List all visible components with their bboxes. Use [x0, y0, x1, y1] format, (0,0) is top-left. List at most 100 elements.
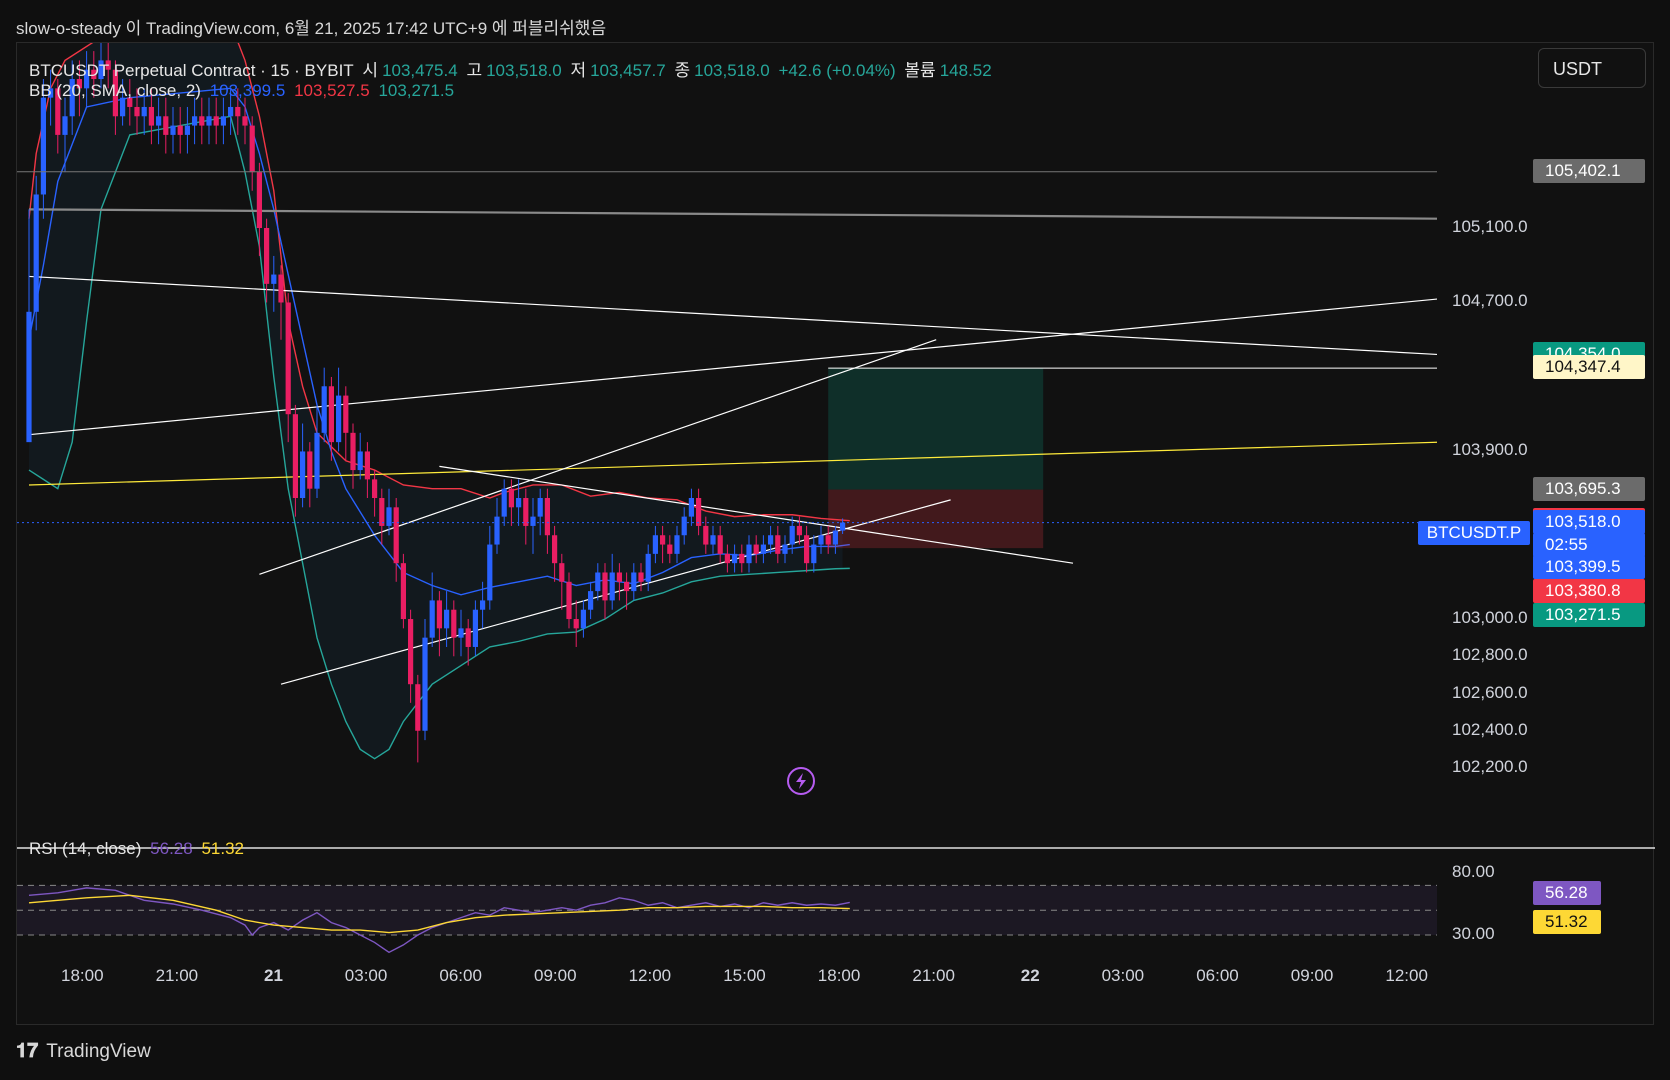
publish-header: slow-o-steady 이 TradingView.com, 6월 21, … — [16, 19, 607, 38]
bar-countdown: 02:55 — [1533, 532, 1645, 557]
candle-body — [631, 572, 637, 592]
candle-body — [717, 535, 723, 554]
candle-body — [580, 609, 586, 629]
candle-body — [307, 451, 313, 489]
low-label: 저 — [570, 61, 587, 80]
candle-body — [408, 619, 414, 685]
candle-body — [552, 535, 558, 564]
candle-body — [264, 228, 270, 284]
candle-body — [616, 572, 622, 582]
candle-body — [314, 432, 320, 489]
candle-body — [739, 553, 745, 564]
candle-body — [796, 525, 802, 536]
candle-body — [235, 106, 241, 117]
stop-loss-zone — [828, 489, 1044, 549]
low-value: 103,457.7 — [590, 61, 666, 80]
candle-body — [141, 106, 147, 117]
candle-body — [775, 535, 781, 554]
time-tick-label: 18:00 — [817, 966, 861, 985]
rsi-legend: RSI (14, close) 56.28 51.32 — [29, 839, 248, 859]
price-tick-label: 102,400.0 — [1452, 719, 1528, 739]
candle-body — [660, 535, 666, 545]
candle-body — [760, 544, 766, 554]
time-tick-label: 21:00 — [155, 966, 199, 985]
candle-body — [379, 498, 385, 526]
candle-body — [544, 498, 550, 536]
change-value: +42.6 (+0.04%) — [778, 61, 896, 80]
candle-body — [465, 628, 471, 647]
price-tick-label: 103,900.0 — [1452, 440, 1528, 460]
candle-body — [696, 498, 702, 526]
candle-body — [480, 600, 486, 610]
candle-body — [609, 572, 615, 601]
candle-body — [350, 432, 356, 471]
high-value: 103,518.0 — [486, 61, 562, 80]
time-tick-label: 09:00 — [534, 966, 577, 985]
candle-body — [624, 581, 630, 592]
time-tick-label: 09:00 — [1290, 966, 1334, 985]
rsi-value-tag: 56.28 — [1533, 881, 1601, 906]
candle-body — [458, 628, 464, 638]
candle-body — [566, 581, 572, 620]
currency-selector[interactable]: USDT — [1538, 48, 1646, 88]
candle-body — [674, 535, 680, 554]
candle-body — [825, 535, 831, 545]
candle-body — [278, 274, 284, 303]
price-tag: 105,402.1 — [1533, 158, 1645, 183]
candle-body — [242, 116, 248, 126]
candle-body — [184, 125, 190, 135]
time-tick-label: 21:00 — [912, 966, 955, 985]
candle-body — [782, 544, 788, 554]
symbol-legend: BTCUSDT Perpetual Contract · 15 · BYBIT … — [29, 56, 996, 81]
candle-body — [292, 414, 298, 498]
candle-body — [710, 535, 716, 545]
rsi-value: 56.28 — [150, 839, 193, 858]
rsi-pane — [17, 884, 1437, 954]
time-tick-label: 21 — [264, 966, 283, 985]
candle-body — [703, 525, 709, 545]
price-tag: 103,380.8 — [1533, 578, 1645, 603]
bb-legend: BB (20, SMA, close, 2) 103,399.5 103,527… — [29, 81, 458, 101]
candle-body — [487, 544, 493, 601]
candle-body — [271, 274, 277, 284]
candle-body — [811, 544, 817, 564]
candle-body — [285, 302, 291, 415]
candle-body — [393, 507, 399, 564]
candle-body — [789, 525, 795, 545]
time-tick-label: 12:00 — [628, 966, 672, 985]
candle-body — [199, 116, 205, 126]
candle-body — [206, 116, 212, 126]
chart-canvas[interactable] — [17, 43, 1655, 1026]
candle-body — [451, 609, 457, 638]
rsi-value-tag: 51.32 — [1533, 909, 1601, 934]
candle-body — [638, 572, 644, 582]
candle-body — [156, 116, 162, 126]
tradingview-logo-icon: 𝟏𝟕 — [16, 1040, 39, 1062]
tradingview-footer: 𝟏𝟕 TradingView — [16, 1040, 151, 1063]
time-tick-label: 12:00 — [1385, 966, 1428, 985]
candle-body — [33, 194, 39, 312]
candle-body — [134, 106, 140, 117]
candle-body — [804, 535, 810, 564]
candle-body — [336, 395, 342, 443]
time-tick-label: 06:00 — [439, 966, 482, 985]
candle-body — [300, 451, 306, 498]
candle-body — [573, 619, 579, 629]
candle-body — [472, 609, 478, 647]
chart-area[interactable]: BTCUSDT Perpetual Contract · 15 · BYBIT … — [16, 42, 1655, 1026]
rsi-tick-label: 30.00 — [1452, 924, 1495, 943]
candle-body — [249, 125, 255, 173]
tradingview-brand: TradingView — [46, 1040, 151, 1062]
price-tag: 103,399.5 — [1533, 554, 1645, 579]
price-tick-label: 104,700.0 — [1452, 291, 1528, 311]
candle-body — [523, 498, 529, 526]
high-label: 고 — [466, 61, 483, 80]
descending-trend-line — [28, 275, 1437, 356]
candle-body — [724, 553, 730, 564]
candle-body — [840, 522, 846, 531]
candle-body — [40, 97, 46, 195]
bb-upper-value: 103,527.5 — [294, 81, 370, 100]
candle-body — [501, 488, 507, 517]
time-tick-label: 18:00 — [61, 966, 104, 985]
candle-body — [177, 125, 183, 135]
